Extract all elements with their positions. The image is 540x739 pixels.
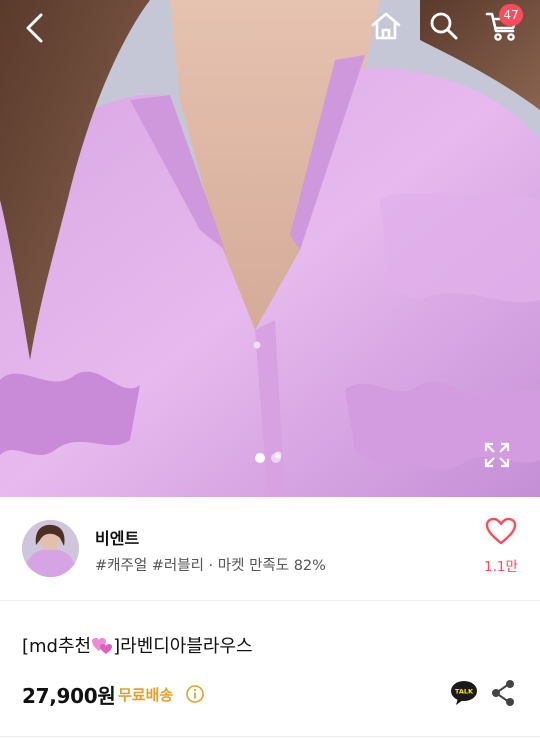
store-tags: #캐주얼 #러블리 · 마켓 만족도 82%: [95, 558, 326, 574]
shipping-label: 무료배송: [118, 686, 174, 704]
search-icon: [430, 12, 458, 40]
product-image[interactable]: 47: [0, 0, 540, 497]
expand-image-button[interactable]: [480, 438, 514, 472]
two-hearts-icon: [92, 638, 113, 654]
like-count: 1.1만: [484, 559, 518, 575]
svg-text:TALK: TALK: [455, 688, 474, 696]
product-title-prefix: [md추천: [22, 636, 92, 657]
store-name[interactable]: 비엔트: [95, 525, 139, 549]
gallery-pagination: [255, 453, 281, 463]
like-button[interactable]: 1.1만: [480, 517, 522, 575]
product-price: 27,900원: [22, 684, 116, 708]
home-button[interactable]: [366, 6, 406, 46]
cart-count-badge: 47: [499, 4, 523, 26]
store-info: 비엔트 #캐주얼 #러블리 · 마켓 만족도 82% 1.1만: [0, 497, 540, 601]
store-avatar[interactable]: [22, 520, 79, 577]
heart-icon: [485, 517, 517, 545]
search-button[interactable]: [424, 6, 464, 46]
divider: [0, 736, 540, 737]
shipping-info-button[interactable]: [185, 684, 205, 704]
back-button[interactable]: [14, 8, 54, 48]
home-icon: [371, 12, 401, 40]
info-icon: [186, 685, 204, 703]
share-button[interactable]: [490, 679, 516, 707]
product-title-suffix: ]라벤디아블라우스: [113, 636, 253, 657]
product-photo: [0, 0, 540, 497]
kakao-talk-button[interactable]: TALK: [450, 680, 478, 706]
store-avatar-image: [22, 520, 79, 577]
kakao-talk-icon: TALK: [451, 681, 477, 705]
share-icon: [492, 680, 514, 706]
chevron-left-icon: [26, 13, 43, 43]
gallery-dot-2[interactable]: [271, 453, 281, 463]
gallery-dot-1[interactable]: [255, 453, 265, 463]
expand-icon: [484, 442, 510, 468]
product-title: [md추천 ]라벤디아블라우스: [22, 632, 253, 658]
